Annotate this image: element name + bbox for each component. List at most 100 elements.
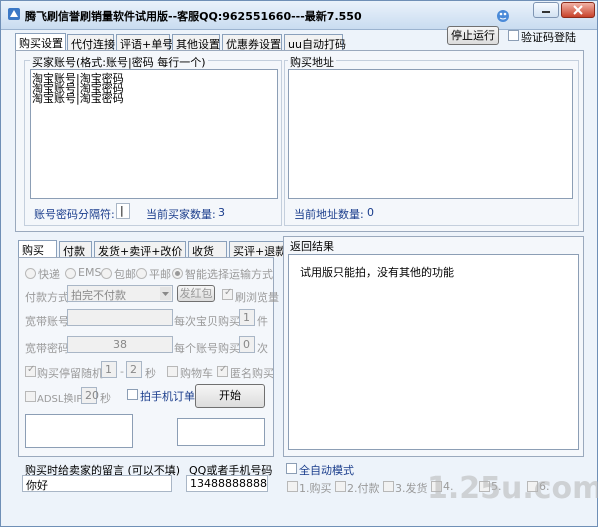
adsl-label: ADSL换IP	[37, 394, 83, 405]
radio-express[interactable]	[25, 268, 36, 279]
return-results-group: 返回结果 试用版只能拍，没有其他的功能	[283, 236, 584, 457]
buy-tab-panel: 快递 EMS 包邮 平邮 智能选择运输方式 付款方式 拍完不付款 发红包 ✓ 刷…	[18, 257, 279, 457]
random-to-input[interactable]: 2	[126, 361, 142, 378]
title-bar: 腾飞刷信誉刷销量软件试用版--客服QQ:962551660---最新7.550	[1, 1, 597, 30]
tab-payment-link[interactable]: 代付连接	[67, 34, 115, 51]
start-button[interactable]: 开始	[195, 384, 265, 408]
random-stay-checkbox[interactable]: ✓	[25, 364, 36, 377]
auto-step-label: 2.付款	[347, 482, 380, 495]
tab-other-settings[interactable]: 其他设置	[172, 34, 220, 51]
url-count-label: 当前地址数量:	[294, 208, 364, 221]
separator-input[interactable]: |	[116, 203, 130, 219]
mascot-icon[interactable]	[495, 7, 511, 23]
phone-input[interactable]: 13488888888	[186, 475, 268, 492]
cart-checkbox[interactable]	[167, 366, 178, 377]
stop-button[interactable]: 停止运行	[447, 26, 499, 45]
anonymous-label: 匿名购买	[230, 367, 274, 380]
tab-uu-captcha[interactable]: uu自动打码	[284, 34, 346, 51]
app-icon	[8, 8, 20, 20]
captcha-login-checkbox[interactable]	[508, 30, 519, 41]
payment-method-value: 拍完不付款	[71, 289, 126, 302]
buyer-accounts-textarea[interactable]: 淘宝账号|淘宝密码 淘宝账号|淘宝密码 淘宝账号|淘宝密码	[30, 69, 278, 199]
purchase-urls-textarea[interactable]	[288, 69, 573, 199]
tab-review-refund[interactable]: 买评+退款	[229, 241, 289, 258]
url-count-value: 0	[367, 206, 374, 219]
start-button-label: 开始	[219, 389, 241, 402]
per-account-label: 每个账号购买	[174, 342, 240, 355]
purchase-urls-label: 购买地址	[288, 54, 336, 70]
captcha-login-label: 验证码登陆	[521, 31, 576, 44]
random-dash: -	[120, 365, 124, 378]
radio-smart-shipping[interactable]	[172, 268, 183, 279]
brush-views-label: 刷浏览量	[235, 291, 279, 304]
tab-label: 购买	[22, 244, 44, 257]
buyer-count-value: 3	[218, 206, 225, 219]
radio-express-label: 快递	[38, 268, 60, 281]
buy-settings-panel: 买家账号(格式:账号|密码 每行一个) 淘宝账号|淘宝密码 淘宝账号|淘宝密码 …	[15, 50, 584, 232]
auto-mode-checkbox[interactable]	[286, 463, 297, 474]
auto-step-checkbox[interactable]	[335, 481, 346, 492]
account-line: 淘宝账号|淘宝密码	[32, 92, 124, 105]
radio-ems-label: EMS	[78, 266, 102, 279]
per-account-unit: 次	[257, 342, 268, 355]
red-packet-button[interactable]: 发红包	[177, 285, 215, 302]
stop-button-label: 停止运行	[451, 29, 495, 42]
red-packet-label: 发红包	[179, 287, 213, 300]
adsl-unit: 秒	[100, 392, 111, 405]
tab-pay[interactable]: 付款	[59, 241, 92, 258]
seller-message-input[interactable]: 你好	[22, 475, 172, 492]
buy-extra-input[interactable]	[177, 418, 265, 446]
broadband-password-input[interactable]: 38	[67, 336, 173, 353]
payment-method-label: 付款方式	[25, 291, 69, 304]
site-watermark: 1.25u.com	[427, 471, 598, 506]
radio-ems[interactable]	[65, 268, 76, 279]
auto-step-checkbox[interactable]	[287, 481, 298, 492]
auto-step-checkbox[interactable]	[383, 481, 394, 492]
separator-label: 账号密码分隔符:	[34, 208, 115, 221]
tab-ship-review-price[interactable]: 发货+卖评+改价	[94, 241, 186, 258]
broadband-account-input[interactable]	[67, 309, 173, 326]
main-window: 腾飞刷信誉刷销量软件试用版--客服QQ:962551660---最新7.550 …	[0, 0, 598, 527]
window-title: 腾飞刷信誉刷销量软件试用版--客服QQ:962551660---最新7.550	[25, 10, 362, 23]
auto-step-label: 1.购买	[299, 482, 332, 495]
brush-views-checkbox[interactable]: ✓	[222, 287, 233, 300]
tab-buy[interactable]: 购买	[18, 240, 57, 258]
close-button[interactable]	[561, 2, 595, 18]
return-results-textarea[interactable]: 试用版只能拍，没有其他的功能	[288, 254, 579, 450]
return-results-label: 返回结果	[288, 238, 336, 254]
radio-free-shipping[interactable]	[101, 268, 112, 279]
tab-receive[interactable]: 收货	[188, 241, 227, 258]
radio-smart-shipping-label: 智能选择运输方式	[185, 268, 273, 281]
radio-surface-mail[interactable]	[136, 268, 147, 279]
broadband-account-label: 宽带账号	[25, 315, 69, 328]
minimize-button[interactable]	[533, 2, 559, 18]
per-item-label: 每次宝贝购买	[174, 315, 240, 328]
broadband-password-label: 宽带密码	[25, 342, 69, 355]
random-from-input[interactable]: 1	[101, 361, 117, 378]
tab-comment-tracking[interactable]: 评语+单号	[116, 34, 173, 51]
top-tab-bar: 购买设置 代付连接 评语+单号 其他设置 优惠券设置 uu自动打码	[15, 33, 346, 51]
buy-extra-textarea[interactable]	[25, 414, 133, 448]
radio-surface-mail-label: 平邮	[149, 268, 171, 281]
minimize-icon	[542, 11, 550, 13]
per-account-input[interactable]: 0	[239, 336, 255, 353]
adsl-checkbox[interactable]	[25, 391, 36, 402]
auto-step-label: 3.发货	[395, 482, 428, 495]
per-item-input[interactable]: 1	[239, 309, 255, 326]
chevron-down-icon	[160, 287, 171, 300]
anonymous-checkbox[interactable]: ✓	[217, 364, 228, 377]
close-icon	[573, 5, 583, 15]
return-results-text: 试用版只能拍，没有其他的功能	[300, 266, 454, 279]
cart-label: 购物车	[180, 367, 213, 380]
tab-buy-settings[interactable]: 购买设置	[15, 33, 66, 51]
payment-method-select[interactable]: 拍完不付款	[67, 285, 173, 302]
phone-order-label: 拍手机订单	[140, 390, 195, 403]
buyer-accounts-label: 买家账号(格式:账号|密码 每行一个)	[30, 54, 208, 70]
random-unit: 秒	[145, 367, 156, 380]
lower-tab-bar: 购买 付款 发货+卖评+改价 收货 买评+退款	[18, 240, 289, 258]
tab-coupon-settings[interactable]: 优惠券设置	[222, 34, 282, 51]
adsl-seconds-input[interactable]: 20	[81, 387, 99, 404]
phone-order-checkbox[interactable]	[127, 389, 138, 400]
radio-free-shipping-label: 包邮	[114, 268, 136, 281]
per-item-unit: 件	[257, 315, 268, 328]
